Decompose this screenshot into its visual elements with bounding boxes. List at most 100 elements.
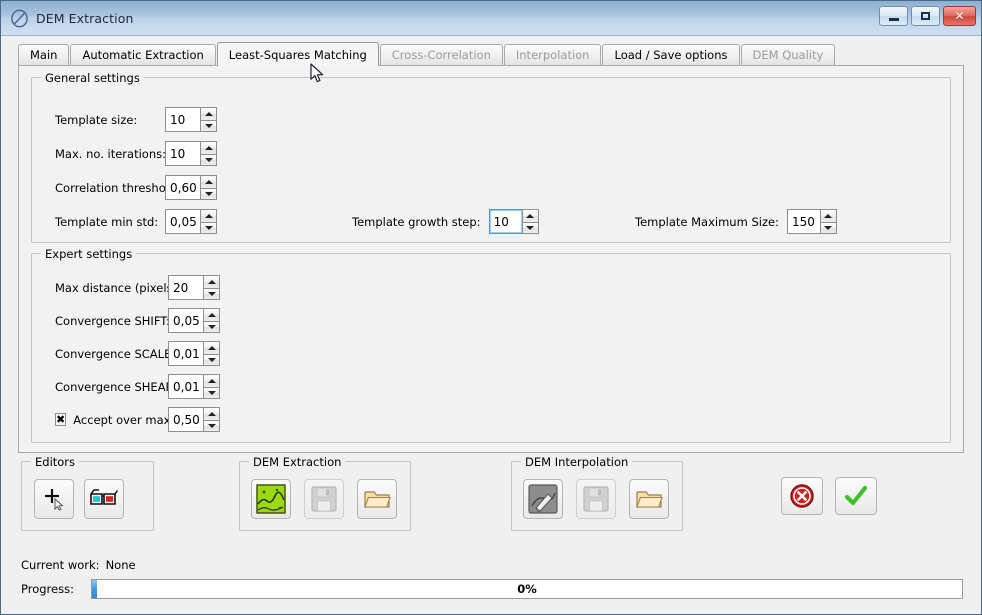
tab-main[interactable]: Main [18,44,70,65]
template-growth-step-spinner[interactable]: 10 [488,209,539,234]
dem-interpolation-group: DEM Interpolation [511,455,683,531]
minimize-button[interactable] [879,6,908,26]
plus-cursor-icon [45,489,64,511]
spinner-up-button[interactable] [203,275,220,288]
open-dem-button[interactable] [357,479,397,519]
field-label: Template min std: [55,214,159,229]
correlation-threshold-input[interactable]: 0,60 [165,175,200,200]
general-settings-title: General settings [41,71,144,85]
spinner-buttons [203,374,220,399]
title-bar[interactable]: DEM Extraction ✕ [1,1,981,36]
run-dem-extraction-button[interactable] [251,479,291,519]
convergence-shear-input[interactable]: 0,01 [168,374,203,399]
arrow-down-icon [207,423,216,428]
spinner-down-button[interactable] [203,320,220,333]
accept-over-max-spinner[interactable]: 0,50 [168,407,220,432]
max-distance-spinner[interactable]: 20 [168,275,220,300]
save-interpolation-button[interactable] [576,479,616,519]
spinner-down-button[interactable] [203,353,220,366]
tab-automatic-extraction[interactable]: Automatic Extraction [70,44,216,65]
folder-icon [364,491,391,508]
window-title: DEM Extraction [36,10,134,26]
spinner-up-button[interactable] [203,374,220,387]
template-size-input[interactable]: 10 [165,107,200,132]
spinner-down-button[interactable] [200,153,217,166]
spinner-buttons [203,341,220,366]
spinner-up-button[interactable] [203,341,220,354]
spinner-up-button[interactable] [819,209,837,222]
tab-strip: Main Automatic Extraction Least-Squares … [18,42,981,66]
template-size-spinner[interactable]: 10 [165,107,217,132]
open-interpolation-button[interactable] [629,479,669,519]
tab-label: Least-Squares Matching [228,47,367,62]
arrow-down-icon [207,291,216,296]
tab-interpolation: Interpolation [503,44,602,65]
tab-load-save-options[interactable]: Load / Save options [602,44,740,65]
accept-over-max-input[interactable]: 0,50 [168,407,203,432]
spinner-down-button[interactable] [819,221,837,234]
convergence-shift-input[interactable]: 0,05 [168,308,203,333]
template-maximum-size-spinner[interactable]: 150 [786,209,837,234]
close-button[interactable]: ✕ [943,6,976,26]
convergence-shift-spinner[interactable]: 0,05 [168,308,220,333]
max-iterations-spinner[interactable]: 10 [165,141,217,166]
accept-over-max-checkbox[interactable]: ✖ Accept over max [55,412,171,427]
floppy-disk-icon [311,486,337,512]
spinner-up-button[interactable] [200,209,217,222]
green-check-icon [844,485,868,506]
template-min-std-spinner[interactable]: 0,05 [165,209,217,234]
convergence-scale-spinner[interactable]: 0,01 [168,341,220,366]
spinner-up-button[interactable] [200,175,217,188]
max-iterations-input[interactable]: 10 [165,141,200,166]
spinner-buttons [203,275,220,300]
template-min-std-input[interactable]: 0,05 [165,209,200,234]
ok-button[interactable] [835,477,877,515]
save-dem-button[interactable] [304,479,344,519]
expert-settings-group: Expert settings Max distance (pixels): 2… [31,247,951,443]
field-label: Accept over max [73,412,171,427]
run-dem-interpolation-button[interactable] [523,479,563,519]
spinner-up-button[interactable] [200,107,217,120]
gray-terrain-icon [528,484,558,514]
arrow-down-icon [207,390,216,395]
arrow-down-icon [824,225,833,230]
maximize-button[interactable] [911,6,940,26]
green-terrain-icon [256,484,286,514]
dialog-action-buttons [781,477,877,515]
add-point-editor-button[interactable] [34,479,74,519]
arrow-down-icon [207,357,216,362]
spinner-down-button[interactable] [200,119,217,132]
max-distance-input[interactable]: 20 [168,275,203,300]
anaglyph-editor-button[interactable] [84,479,124,519]
spinner-up-button[interactable] [521,209,539,222]
spinner-down-button[interactable] [203,419,220,432]
progress-bar: 0% [91,579,963,599]
tab-cross-correlation: Cross-Correlation [379,44,503,65]
cancel-button[interactable] [781,477,823,515]
spinner-down-button[interactable] [200,187,217,200]
convergence-shear-spinner[interactable]: 0,01 [168,374,220,399]
dem-extraction-group-title: DEM Extraction [249,455,346,469]
editors-group: Editors [21,455,154,531]
arrow-up-icon [204,111,213,116]
field-label: Template size: [55,112,138,127]
correlation-threshold-spinner[interactable]: 0,60 [165,175,217,200]
progress-label: Progress: [21,582,74,596]
field-convergence-scale: Convergence SCALE: 0,01 [55,341,220,366]
bottom-toolbar-area: Editors DEM Extraction DEM Interpolation [1,453,981,548]
spinner-down-button[interactable] [521,221,539,234]
spinner-up-button[interactable] [203,308,220,321]
spinner-down-button[interactable] [203,386,220,399]
arrow-down-icon [207,324,216,329]
spinner-up-button[interactable] [203,407,220,420]
convergence-scale-input[interactable]: 0,01 [168,341,203,366]
spinner-up-button[interactable] [200,141,217,154]
template-maximum-size-input[interactable]: 150 [786,209,820,234]
tab-least-squares-matching[interactable]: Least-Squares Matching [216,42,379,66]
arrow-up-icon [207,378,216,383]
template-growth-step-input[interactable]: 10 [488,209,522,234]
minimize-icon [888,17,899,21]
field-label: Convergence SHEAR: [55,379,178,394]
spinner-down-button[interactable] [200,221,217,234]
spinner-down-button[interactable] [203,287,220,300]
